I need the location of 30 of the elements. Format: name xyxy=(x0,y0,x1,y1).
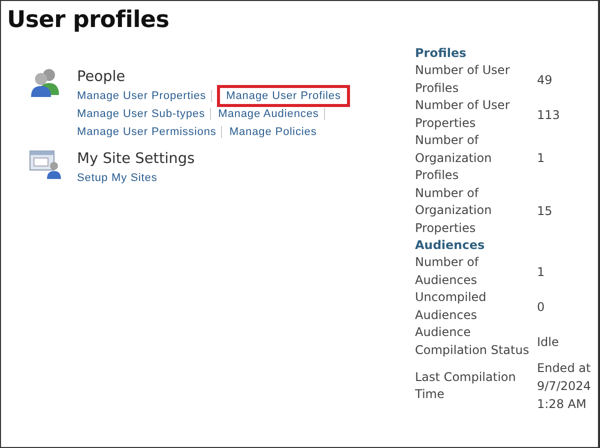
stat-label: Number of User Profiles xyxy=(415,62,511,96)
page-title: User profiles xyxy=(7,7,170,33)
stat-label: Number of Organization Properties xyxy=(415,184,493,236)
stat-value: 113 xyxy=(537,106,561,124)
admin-link[interactable]: Manage User Permissions xyxy=(77,126,216,138)
stat-label: Number of Audiences xyxy=(415,254,480,288)
stat-value: 1 xyxy=(537,150,546,168)
stats-heading: Audiences xyxy=(415,237,486,254)
admin-link[interactable]: Manage Policies xyxy=(229,126,317,138)
highlighted-link[interactable]: Manage User Profiles xyxy=(217,85,350,107)
admin-link[interactable]: Manage Audiences xyxy=(218,108,319,120)
stat-label: Number of Organization Profiles xyxy=(415,132,493,184)
stats-heading: Profiles xyxy=(415,45,468,62)
section-heading: People xyxy=(77,68,126,87)
stat-label: Last Compilation Time xyxy=(415,368,517,403)
people-icon xyxy=(29,67,61,97)
stat-value: 1 xyxy=(537,264,546,280)
admin-link[interactable]: Setup My Sites xyxy=(77,172,158,184)
stat-value: Idle xyxy=(537,334,560,350)
stat-value: 49 xyxy=(537,72,554,88)
admin-link[interactable]: Manage User Properties xyxy=(77,90,206,102)
stat-label: Number of User Properties xyxy=(415,97,511,132)
stat-value: 15 xyxy=(537,202,554,220)
section-heading: My Site Settings xyxy=(77,150,195,169)
stat-value: 0 xyxy=(537,298,546,316)
admin-link[interactable]: Manage User Sub-types xyxy=(77,108,206,120)
site-settings-icon xyxy=(29,149,61,179)
stat-label: Uncompiled Audiences xyxy=(415,289,488,324)
stat-label: Audience Compilation Status xyxy=(415,324,530,358)
stat-value: Ended at 9/7/2024 1:28 AM xyxy=(537,360,592,413)
